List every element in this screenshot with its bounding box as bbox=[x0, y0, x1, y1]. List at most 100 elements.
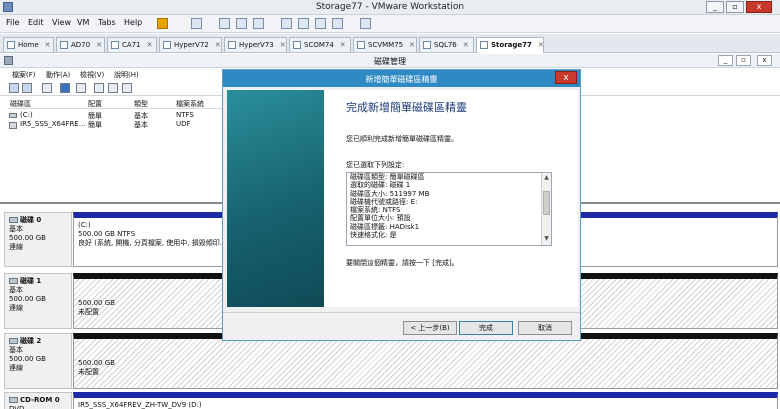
close-tab-icon[interactable]: ✕ bbox=[538, 41, 544, 49]
tab-home[interactable]: Home ✕ bbox=[3, 37, 54, 52]
disk-management-title: 磁碟管理 bbox=[374, 57, 406, 66]
back-arrow-icon[interactable] bbox=[9, 83, 19, 93]
vm-icon bbox=[293, 41, 301, 49]
disk-icon bbox=[9, 278, 18, 284]
close-tab-icon[interactable]: ✕ bbox=[215, 41, 221, 49]
forward-arrow-icon[interactable] bbox=[22, 83, 32, 93]
cancel-button[interactable]: 取消 bbox=[518, 321, 572, 335]
show-hide-action-pane-icon[interactable] bbox=[76, 83, 86, 93]
vm-icon bbox=[163, 41, 171, 49]
wizard-heading: 完成新增簡單磁碟區精靈 bbox=[346, 101, 467, 114]
setting-line: 磁碟區標籤: HADisk1 bbox=[350, 222, 420, 231]
volume-name: IR5_SSS_X64FRE... bbox=[20, 120, 86, 128]
unity-icon[interactable] bbox=[332, 18, 343, 29]
wizard-titlebar: 新增簡單磁碟區精靈 x bbox=[223, 70, 580, 87]
setting-line: 選取的磁碟: 磁碟 1 bbox=[350, 181, 411, 190]
disk-2-label[interactable]: 磁碟 2 基本 500.00 GB 連線 bbox=[4, 333, 72, 389]
checklist-icon[interactable] bbox=[108, 83, 118, 93]
snapshot-manager-icon[interactable] bbox=[253, 18, 264, 29]
wizard-content: 完成新增簡單磁碟區精靈 您已順利完成新增簡單磁碟區精靈。 您已選取下列設定: 磁… bbox=[324, 90, 578, 307]
show-hide-tree-icon[interactable] bbox=[42, 83, 52, 93]
tab-storage77[interactable]: Storage77 ✕ bbox=[476, 37, 544, 53]
menu-file[interactable]: File bbox=[6, 18, 19, 27]
cdrom-0-label[interactable]: CD-ROM 0 DVD bbox=[4, 392, 72, 409]
rescan-disks-icon[interactable] bbox=[122, 83, 132, 93]
console-view-icon[interactable] bbox=[360, 18, 371, 29]
menu-edit[interactable]: Edit bbox=[28, 18, 44, 27]
tab-hyperv73[interactable]: HyperV73 ✕ bbox=[224, 37, 287, 52]
close-tab-icon[interactable]: ✕ bbox=[96, 41, 102, 49]
setting-line: 快速格式化: 是 bbox=[350, 231, 397, 240]
full-screen-icon[interactable] bbox=[315, 18, 326, 29]
guest-minimize-button[interactable]: _ bbox=[718, 55, 733, 66]
restore-button[interactable]: ▫ bbox=[726, 1, 744, 13]
scrollbar-thumb[interactable] bbox=[543, 191, 550, 215]
wizard-divider bbox=[223, 312, 580, 313]
unallocated-space-disk-2[interactable]: 500.00 GB 未配置 bbox=[73, 333, 778, 389]
tab-scom74[interactable]: SCOM74 ✕ bbox=[289, 37, 351, 52]
close-tab-icon[interactable]: ✕ bbox=[280, 41, 286, 49]
close-button[interactable]: x bbox=[746, 1, 772, 13]
wizard-intro-text: 您已順利完成新增簡單磁碟區精靈。 bbox=[346, 135, 458, 143]
vm-icon bbox=[423, 41, 431, 49]
menu-view[interactable]: View bbox=[52, 18, 71, 27]
close-tab-icon[interactable]: ✕ bbox=[147, 41, 153, 49]
guest-close-button[interactable]: x bbox=[757, 55, 772, 66]
wizard-close-button[interactable]: x bbox=[555, 71, 577, 84]
finish-button[interactable]: 完成 bbox=[459, 321, 513, 335]
vm-icon bbox=[480, 41, 488, 49]
menu-view[interactable]: 檢視(V) bbox=[80, 70, 104, 80]
drive-icon bbox=[9, 113, 17, 118]
tab-ca71[interactable]: CA71 ✕ bbox=[107, 37, 157, 52]
thumbnail-bar-icon[interactable] bbox=[298, 18, 309, 29]
minimize-button[interactable]: _ bbox=[706, 1, 724, 13]
menu-help[interactable]: Help bbox=[124, 18, 142, 27]
close-tab-icon[interactable]: ✕ bbox=[340, 41, 346, 49]
volume-filesystem: NTFS bbox=[176, 111, 194, 119]
tab-ad70[interactable]: AD70 ✕ bbox=[56, 37, 105, 52]
settings-label: 您已選取下列設定: bbox=[346, 161, 405, 169]
guest-restore-button[interactable]: ▫ bbox=[736, 55, 751, 66]
close-tab-icon[interactable]: ✕ bbox=[45, 41, 51, 49]
partition-dvd[interactable]: IR5_SSS_X64FREV_ZH-TW_DV9 (D:) bbox=[73, 392, 778, 409]
send-ctrl-alt-del-icon[interactable] bbox=[191, 18, 202, 29]
vm-icon bbox=[357, 41, 365, 49]
help-icon[interactable] bbox=[60, 83, 70, 93]
vmware-titlebar: Storage77 - VMware Workstation _ ▫ x bbox=[0, 0, 780, 15]
home-icon bbox=[7, 41, 15, 49]
cdrom-icon bbox=[9, 397, 18, 403]
wizard-title: 新增簡單磁碟區精靈 bbox=[365, 75, 438, 84]
properties-icon[interactable] bbox=[94, 83, 104, 93]
wizard-banner-image bbox=[227, 90, 324, 307]
vm-icon bbox=[60, 41, 68, 49]
menu-file[interactable]: 檔案(F) bbox=[12, 70, 36, 80]
close-tab-icon[interactable]: ✕ bbox=[409, 41, 415, 49]
tab-sql76[interactable]: SQL76 ✕ bbox=[419, 37, 474, 52]
selected-settings-list[interactable]: 磁碟區類型: 簡單磁碟區 選取的磁碟: 磁碟 1 磁碟區大小: 511997 M… bbox=[346, 172, 552, 246]
menu-help[interactable]: 說明(H) bbox=[114, 70, 139, 80]
pause-icon[interactable] bbox=[157, 18, 168, 29]
volume-type: 基本 bbox=[134, 121, 148, 129]
window-title: Storage77 - VMware Workstation bbox=[315, 2, 465, 12]
scroll-down-icon[interactable]: ▼ bbox=[542, 235, 551, 242]
menu-action[interactable]: 動作(A) bbox=[46, 70, 70, 80]
volume-filesystem: UDF bbox=[176, 120, 191, 128]
disk-management-titlebar: 磁碟管理 bbox=[0, 54, 780, 68]
settings-scrollbar[interactable]: ▲ ▼ bbox=[541, 173, 551, 245]
tab-hyperv72[interactable]: HyperV72 ✕ bbox=[159, 37, 222, 52]
revert-snapshot-icon[interactable] bbox=[236, 18, 247, 29]
setting-line: 磁碟區大小: 511997 MB bbox=[350, 189, 430, 198]
snapshot-icon[interactable] bbox=[219, 18, 230, 29]
disk-0-label[interactable]: 磁碟 0 基本 500.00 GB 連線 bbox=[4, 212, 72, 267]
tab-scvmm75[interactable]: SCVMM75 ✕ bbox=[353, 37, 417, 52]
menu-tabs[interactable]: Tabs bbox=[98, 18, 116, 27]
column-header-divider bbox=[8, 108, 222, 109]
show-library-icon[interactable] bbox=[281, 18, 292, 29]
menu-vm[interactable]: VM bbox=[77, 18, 89, 27]
close-tab-icon[interactable]: ✕ bbox=[463, 41, 469, 49]
back-button[interactable]: < 上一步(B) bbox=[403, 321, 457, 335]
scroll-up-icon[interactable]: ▲ bbox=[542, 174, 551, 181]
vm-tabs-bar: Home ✕ AD70 ✕ CA71 ✕ HyperV72 ✕ HyperV73 ✕ SC… bbox=[0, 34, 780, 53]
setting-line: 配置單位大小: 預設 bbox=[350, 214, 411, 223]
disk-1-label[interactable]: 磁碟 1 基本 500.00 GB 連線 bbox=[4, 273, 72, 329]
